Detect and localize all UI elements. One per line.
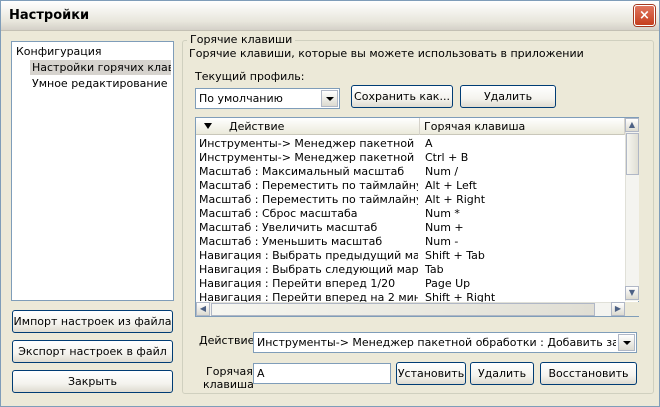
hotkey-cell: Shift + Tab — [425, 249, 485, 262]
table-row[interactable]: Масштаб : Сброс масштаба Num * — [196, 207, 625, 221]
hotkey-cell: A — [425, 137, 433, 150]
profile-label: Текущий профиль: — [195, 70, 305, 83]
action-cell: Масштаб : Переместить по таймлайну влево — [199, 179, 418, 192]
action-cell: Навигация : Выбрать следующий маркер — [199, 263, 418, 276]
profile-select[interactable]: По умолчанию — [195, 88, 340, 109]
action-label: Действие — [199, 334, 255, 347]
action-cell: Инструменты-> Менеджер пакетной обработк… — [199, 137, 418, 150]
close-icon: × — [639, 8, 650, 23]
hotkey-cell: Alt + Right — [425, 193, 486, 206]
tree-item-smart-editing[interactable]: Умное редактирование — [30, 76, 171, 91]
action-cell: Инструменты-> Менеджер пакетной обработк… — [199, 151, 418, 164]
hotkey-input[interactable]: A — [253, 363, 391, 384]
set-hotkey-button[interactable]: Установить — [396, 362, 466, 385]
save-as-button[interactable]: Сохранить как... — [351, 85, 453, 108]
vertical-scroll-thumb[interactable] — [626, 133, 639, 175]
table-row[interactable]: Инструменты-> Менеджер пакетной обработк… — [196, 137, 625, 151]
action-cell: Масштаб : Уменьшить масштаб — [199, 235, 383, 248]
scroll-right-icon[interactable]: ▶ — [611, 302, 625, 316]
delete-profile-button[interactable]: Удалить — [460, 85, 556, 108]
action-cell: Навигация : Выбрать предыдущий маркер — [199, 249, 418, 262]
import-settings-button[interactable]: Импорт настроек из файла — [12, 310, 173, 333]
window-title: Настройки — [9, 8, 90, 23]
restore-button[interactable]: Восстановить — [540, 362, 637, 385]
hotkey-cell: Num * — [425, 207, 460, 220]
table-row[interactable]: Масштаб : Переместить по таймлайну влево… — [196, 179, 625, 193]
hotkey-cell: Num / — [425, 165, 459, 178]
table-row[interactable]: Навигация : Перейти вперед 1/20 Page Up — [196, 277, 625, 291]
scroll-down-icon[interactable]: ▼ — [625, 286, 639, 300]
chevron-down-icon[interactable] — [618, 334, 635, 351]
column-header-hotkey[interactable]: Горячая клавиша — [420, 118, 625, 135]
action-value: Инструменты-> Менеджер пакетной обработк… — [257, 336, 616, 349]
table-row[interactable]: Масштаб : Максимальный масштаб Num / — [196, 165, 625, 179]
hotkey-label-line1: Горячая — [206, 365, 253, 378]
table-row[interactable]: Навигация : Выбрать предыдущий маркер Shi… — [196, 249, 625, 263]
tree-item-hotkeys[interactable]: Настройки горячих клавиш — [30, 60, 171, 75]
hotkey-cell: Num + — [425, 221, 464, 234]
hotkey-value: A — [257, 367, 265, 380]
table-row[interactable]: Масштаб : Увеличить масштаб Num + — [196, 221, 625, 235]
hotkey-cell: Num - — [425, 235, 459, 248]
group-title: Горячие клавиши — [187, 33, 296, 46]
table-row[interactable]: Навигация : Выбрать следующий маркер Tab — [196, 263, 625, 277]
column-header-action[interactable]: Действие — [196, 118, 420, 135]
action-cell: Навигация : Перейти вперед 1/20 — [199, 277, 396, 290]
profile-value: По умолчанию — [199, 92, 283, 105]
table-row[interactable]: Инструменты-> Менеджер пакетной обработк… — [196, 151, 625, 165]
export-settings-button[interactable]: Экспорт настроек в файл — [12, 340, 173, 363]
group-description: Горячие клавиши, которые вы можете испол… — [189, 47, 584, 60]
horizontal-scroll-thumb[interactable] — [211, 303, 595, 316]
action-select[interactable]: Инструменты-> Менеджер пакетной обработк… — [253, 332, 637, 353]
delete-hotkey-button[interactable]: Удалить — [470, 362, 534, 385]
table-row[interactable]: Масштаб : Уменьшить масштаб Num - — [196, 235, 625, 249]
table-row[interactable]: Масштаб : Переместить по таймлайну вправ… — [196, 193, 625, 207]
title-bar[interactable]: Настройки × — [1, 1, 659, 31]
horizontal-scrollbar[interactable]: ◀ ▶ — [196, 302, 625, 316]
chevron-down-icon[interactable] — [321, 90, 338, 107]
close-button[interactable]: Закрыть — [12, 370, 173, 393]
hotkeys-table[interactable]: Действие Горячая клавиша Инструменты-> М… — [195, 117, 639, 317]
scroll-corner — [625, 302, 639, 316]
hotkey-label-line2: клавиша — [203, 378, 254, 390]
settings-window: Настройки × Конфигурация Настройки горяч… — [0, 0, 660, 407]
close-window-button[interactable]: × — [634, 5, 655, 26]
sort-down-icon — [204, 123, 212, 129]
scroll-left-icon[interactable]: ◀ — [196, 302, 210, 316]
vertical-scrollbar[interactable]: ▲ ▼ — [625, 118, 639, 301]
scroll-up-icon[interactable]: ▲ — [625, 118, 639, 132]
hotkey-cell: Page Up — [425, 277, 471, 290]
hotkey-cell: Alt + Left — [425, 179, 477, 192]
settings-tree[interactable]: Конфигурация Настройки горячих клавиш Ум… — [11, 41, 174, 301]
action-cell: Масштаб : Увеличить масштаб — [199, 221, 378, 234]
hotkey-cell: Ctrl + B — [425, 151, 469, 164]
table-header: Действие Горячая клавиша — [196, 118, 625, 135]
hotkey-cell: Tab — [425, 263, 444, 276]
action-cell: Масштаб : Переместить по таймлайну вправ… — [199, 193, 418, 206]
action-cell: Масштаб : Максимальный масштаб — [199, 165, 405, 178]
tree-item-configuration[interactable]: Конфигурация — [14, 44, 171, 59]
action-cell: Масштаб : Сброс масштаба — [199, 207, 358, 220]
